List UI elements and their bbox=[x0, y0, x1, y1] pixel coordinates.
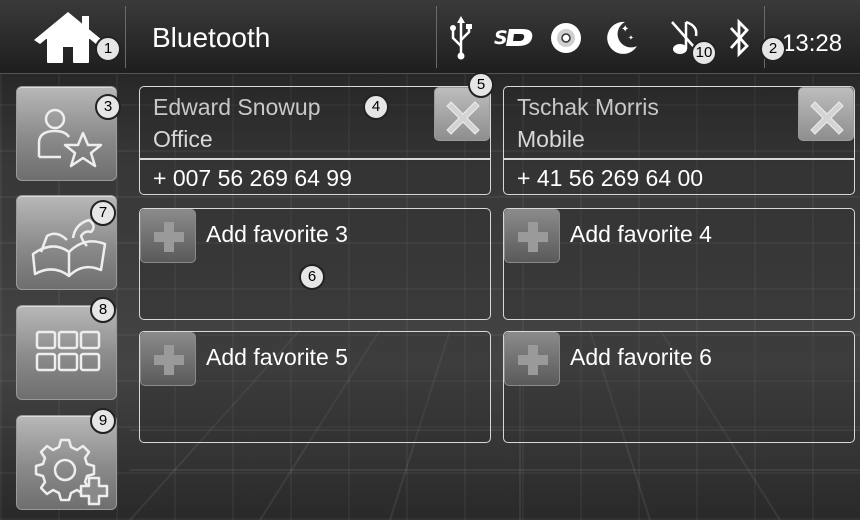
usb-icon bbox=[450, 16, 472, 60]
bluetooth-screen: Bluetooth S ✦ ✦ 13:28 Edward Snowup Offi… bbox=[0, 0, 860, 520]
contact-name: Tschak Morris bbox=[517, 94, 659, 120]
sd-card-icon: S bbox=[494, 27, 533, 48]
add-favorite-button[interactable] bbox=[140, 332, 196, 386]
clock: 13:28 bbox=[782, 30, 843, 57]
callout-marker: 10 bbox=[691, 40, 717, 66]
contact-type: Office bbox=[153, 126, 213, 152]
add-favorite-slot[interactable]: Add favorite 5 bbox=[139, 331, 491, 443]
plus-icon bbox=[518, 345, 548, 375]
add-favorite-label: Add favorite 3 bbox=[206, 221, 348, 247]
plus-icon bbox=[154, 345, 184, 375]
disc-icon bbox=[551, 23, 581, 53]
callout-marker: 3 bbox=[95, 94, 121, 120]
divider bbox=[504, 158, 854, 160]
delete-favorite-button[interactable] bbox=[798, 87, 854, 141]
callout-marker: 8 bbox=[90, 297, 116, 323]
add-favorite-slot[interactable]: Add favorite 6 bbox=[503, 331, 855, 443]
separator bbox=[436, 6, 437, 68]
page-title: Bluetooth bbox=[152, 22, 271, 53]
callout-marker: 2 bbox=[760, 36, 786, 62]
close-icon bbox=[810, 101, 844, 135]
callout-marker: 9 bbox=[90, 408, 116, 434]
callout-marker: 5 bbox=[468, 72, 494, 98]
plus-icon bbox=[518, 222, 548, 252]
callout-marker: 6 bbox=[299, 264, 325, 290]
svg-text:S: S bbox=[494, 27, 508, 48]
contact-name: Edward Snowup bbox=[153, 94, 321, 120]
callout-marker: 7 bbox=[90, 200, 116, 226]
add-favorite-button[interactable] bbox=[504, 209, 560, 263]
contact-type: Mobile bbox=[517, 126, 585, 152]
plus-icon bbox=[154, 222, 184, 252]
home-icon bbox=[34, 12, 102, 63]
contact-number: + 007 56 269 64 99 bbox=[153, 165, 352, 191]
callout-marker: 1 bbox=[95, 36, 121, 62]
home-button[interactable] bbox=[28, 10, 108, 66]
separator bbox=[125, 6, 126, 68]
favorite-contact-card[interactable]: Tschak Morris Mobile + 41 56 269 64 00 bbox=[503, 86, 855, 195]
add-favorite-label: Add favorite 6 bbox=[570, 344, 712, 370]
svg-text:✦: ✦ bbox=[628, 34, 634, 42]
divider bbox=[140, 158, 490, 160]
top-bar: Bluetooth S ✦ ✦ 13:28 bbox=[0, 0, 860, 74]
contact-number: + 41 56 269 64 00 bbox=[517, 165, 704, 191]
add-favorite-slot[interactable]: Add favorite 4 bbox=[503, 208, 855, 320]
callout-marker: 4 bbox=[363, 94, 389, 120]
add-favorite-label: Add favorite 4 bbox=[570, 221, 712, 247]
night-mode-icon: ✦ ✦ bbox=[607, 21, 637, 54]
bluetooth-icon bbox=[729, 18, 749, 58]
add-favorite-button[interactable] bbox=[140, 209, 196, 263]
favorite-contact-card[interactable]: Edward Snowup Office + 007 56 269 64 99 bbox=[139, 86, 491, 195]
add-favorite-button[interactable] bbox=[504, 332, 560, 386]
add-favorite-label: Add favorite 5 bbox=[206, 344, 348, 370]
